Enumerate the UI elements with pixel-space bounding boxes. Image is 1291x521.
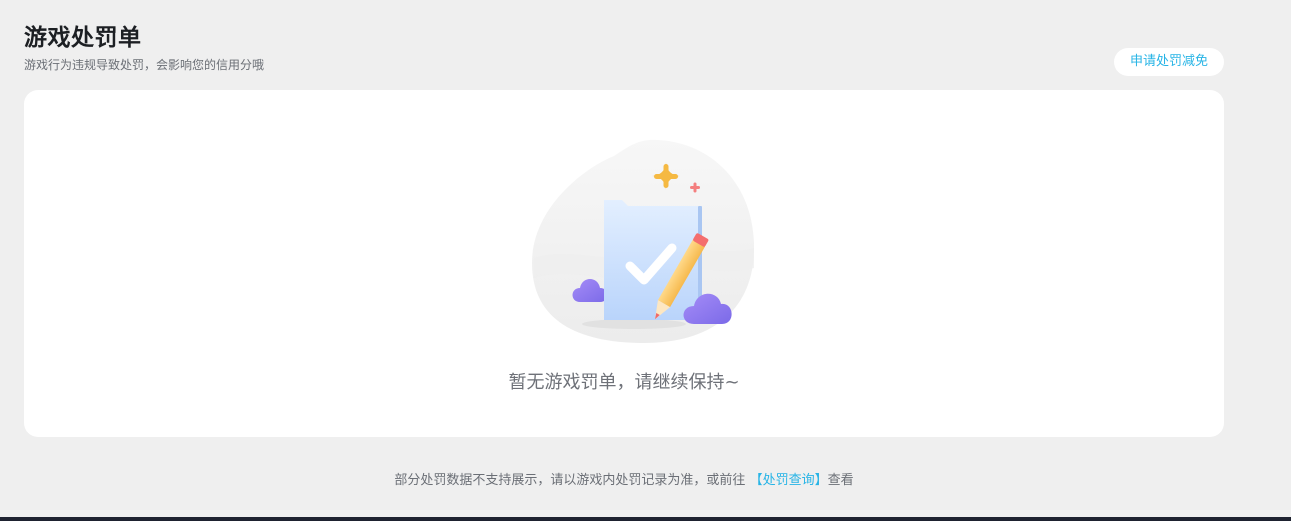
penalty-query-link[interactable]: 【处罚查询】: [750, 473, 828, 488]
bottom-divider: [0, 517, 1291, 521]
footer-note-suffix: 查看: [827, 473, 854, 488]
footer-note: 部分处罚数据不支持展示，请以游戏内处罚记录为准，或前往 【处罚查询】查看: [0, 469, 1248, 488]
empty-state-illustration: [514, 138, 755, 353]
empty-state-message: 暂无游戏罚单，请继续保持~: [508, 372, 740, 393]
page-subtitle: 游戏行为违规导致处罚，会影响您的信用分哦: [24, 58, 265, 72]
apply-penalty-reduction-button[interactable]: 申请处罚减免: [1114, 48, 1224, 76]
penalty-page: 游戏处罚单 游戏行为违规导致处罚，会影响您的信用分哦 申请处罚减免 暂无游戏罚单…: [0, 0, 1291, 521]
folder-check-pencil-icon: [532, 139, 755, 343]
penalty-list-card: 暂无游戏罚单，请继续保持~: [24, 90, 1224, 437]
footer-note-text: 部分处罚数据不支持展示，请以游戏内处罚记录为准，或前往: [394, 473, 746, 488]
page-title: 游戏处罚单: [24, 25, 142, 51]
